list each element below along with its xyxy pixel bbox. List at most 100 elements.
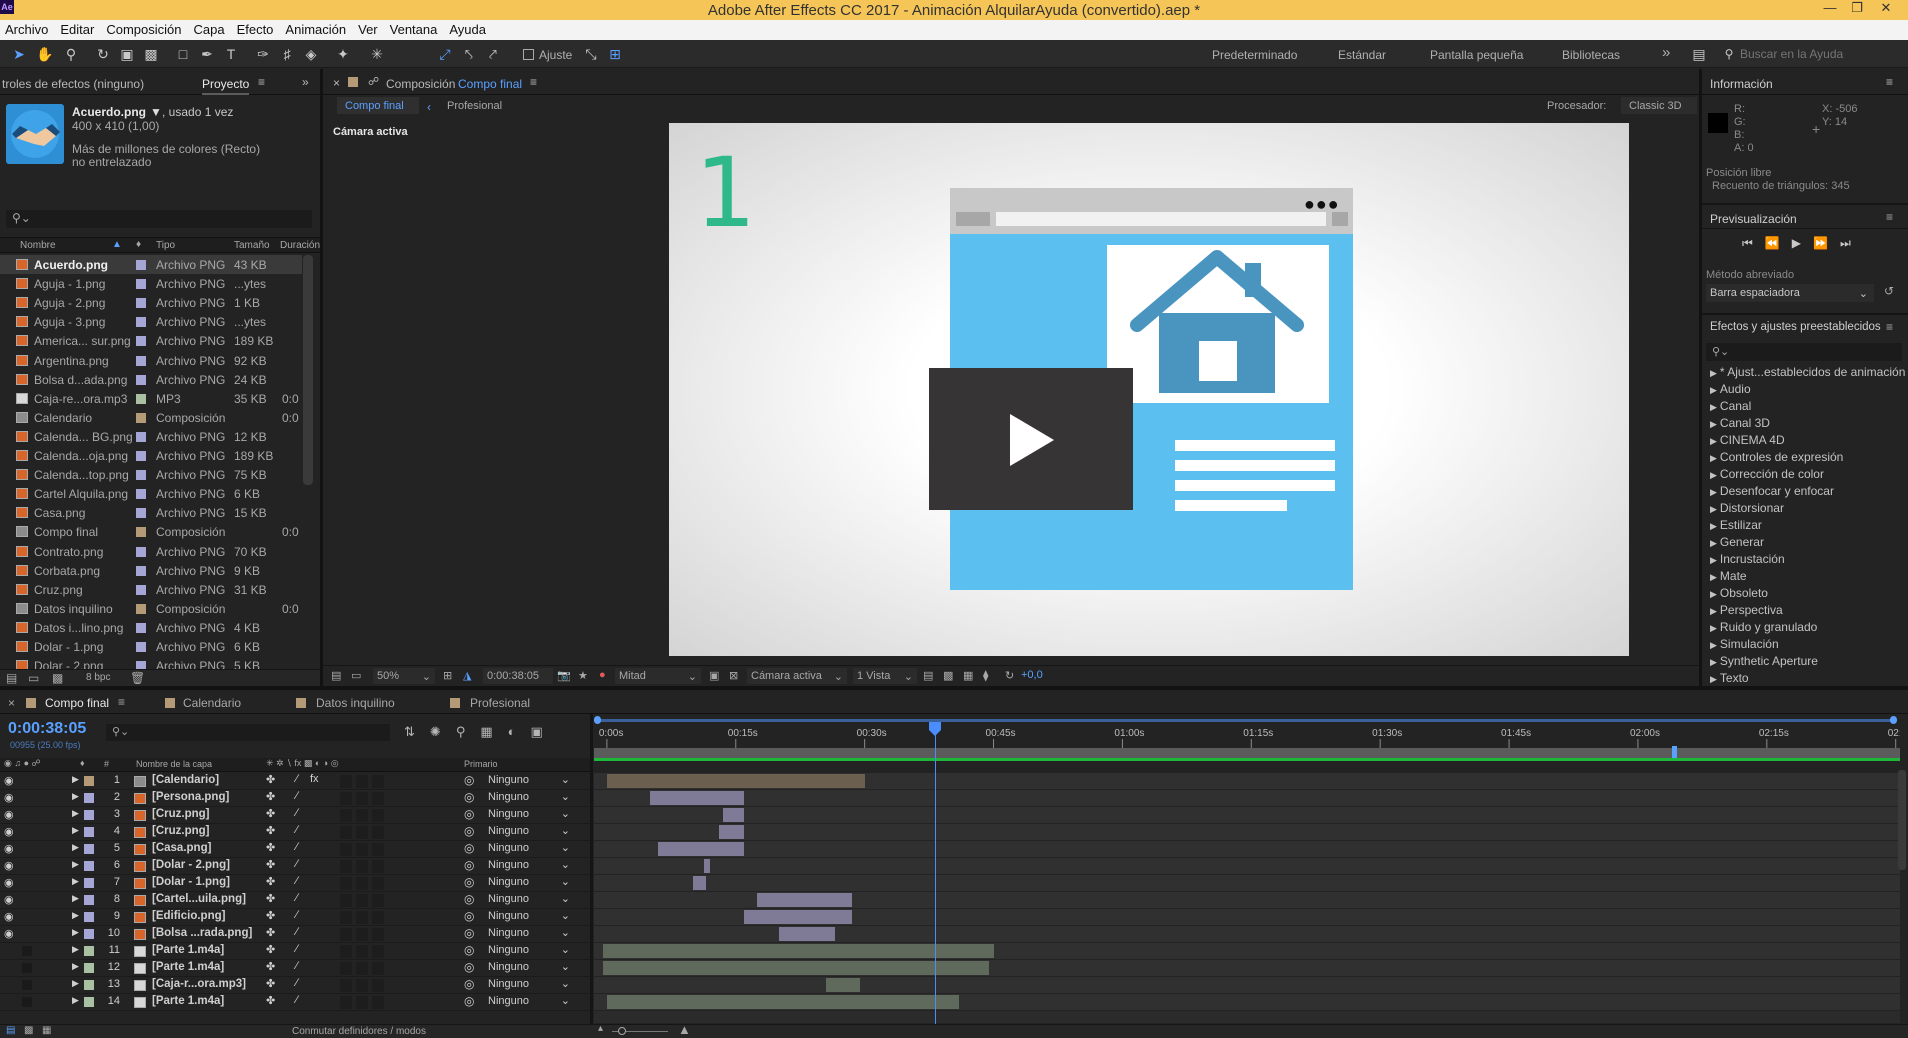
project-item[interactable]: Calendario Composición 0:0 (0, 408, 302, 427)
quality-icon[interactable]: ∕ (296, 892, 298, 904)
expand-panels-icon[interactable]: » (302, 75, 309, 89)
disclosure-triangle-icon[interactable]: ▶ (1710, 385, 1717, 395)
quality-icon[interactable]: ∕ (296, 841, 298, 853)
col-parent[interactable]: Primario (464, 759, 498, 769)
minimize-icon[interactable]: — (1816, 0, 1844, 18)
expand-triangle-icon[interactable]: ▶ (72, 791, 79, 802)
layer-row[interactable]: ▶ 11 [Parte 1.m4a] ✤ ∕ ◎ Ninguno ⌄ (0, 943, 590, 960)
parent-dropdown[interactable]: Ninguno ⌄ (482, 825, 572, 839)
switch-box[interactable] (356, 979, 368, 992)
layer-duration-bar[interactable] (778, 927, 835, 941)
parent-dropdown[interactable]: Ninguno ⌄ (482, 774, 572, 788)
parent-dropdown[interactable]: Ninguno ⌄ (482, 859, 572, 873)
label-color[interactable] (136, 412, 146, 423)
tab-datos-inquilino[interactable]: Datos inquilino (316, 696, 395, 710)
shortcut-dropdown[interactable]: Barra espaciadora ⌄ (1706, 284, 1874, 302)
switch-box[interactable] (356, 809, 368, 822)
label-color[interactable] (136, 298, 146, 309)
axis-local-icon[interactable]: ⤢ (436, 45, 454, 63)
label-color[interactable] (136, 470, 146, 481)
tab-profesional[interactable]: Profesional (470, 696, 530, 710)
draft-3d-icon[interactable]: ✺ (430, 724, 456, 739)
label-color[interactable] (84, 878, 94, 888)
expand-triangle-icon[interactable]: ▶ (72, 961, 79, 972)
tab-profesional[interactable]: Profesional (447, 100, 502, 112)
parent-dropdown[interactable]: Ninguno ⌄ (482, 893, 572, 907)
parent-dropdown[interactable]: Ninguno ⌄ (482, 961, 572, 975)
quality-icon[interactable]: ∕ (296, 875, 298, 887)
effects-category[interactable]: ▶ Controles de expresión (1702, 450, 1908, 467)
layer-name[interactable]: [Parte 1.m4a] (152, 961, 224, 973)
menu-archivo[interactable]: Archivo (0, 20, 55, 37)
next-frame-icon[interactable]: ⏩ (1813, 236, 1840, 250)
snapshot-camera-icon[interactable]: 📷 (557, 669, 571, 682)
project-menu-icon[interactable]: ≡ (258, 75, 265, 89)
layer-duration-bar[interactable] (744, 910, 852, 924)
project-item[interactable]: Casa.png Archivo PNG 15 KB (0, 503, 302, 522)
switch-box[interactable] (356, 962, 368, 975)
layer-name[interactable]: [Cruz.png] (152, 825, 209, 837)
label-color[interactable] (136, 642, 146, 652)
prev-frame-icon[interactable]: ⏪ (1765, 236, 1792, 250)
new-folder-icon[interactable]: ▭ (28, 671, 39, 685)
expand-triangle-icon[interactable]: ▶ (72, 893, 79, 904)
toggle-pixel-aspect-icon[interactable]: ▤ (923, 669, 933, 682)
eye-icon[interactable]: ◉ (4, 808, 14, 821)
label-color[interactable] (84, 912, 94, 922)
eye-icon[interactable]: ◉ (4, 927, 14, 940)
label-color[interactable] (84, 963, 94, 973)
sync-settings-icon[interactable]: ▤ (1690, 45, 1708, 63)
zoom-dropdown[interactable]: 50% ⌄ (373, 668, 435, 684)
layer-row[interactable]: ▶ 14 [Parte 1.m4a] ✤ ∕ ◎ Ninguno ⌄ (0, 994, 590, 1011)
close-tab-icon[interactable]: × (8, 696, 15, 710)
collapse-transform-icon[interactable]: ✤ (266, 841, 275, 854)
pick-whip-icon[interactable]: ◎ (464, 858, 474, 872)
transparency-grid-icon[interactable]: ⊠ (729, 669, 738, 682)
menu-animacion[interactable]: Animación (280, 20, 353, 37)
switch-box[interactable] (340, 911, 352, 924)
quality-icon[interactable]: ∕ (296, 824, 298, 836)
switch-box[interactable] (340, 877, 352, 890)
collapse-transform-icon[interactable]: ✤ (266, 824, 275, 837)
parent-dropdown[interactable]: Ninguno ⌄ (482, 910, 572, 924)
roto-brush-tool-icon[interactable]: ✦ (334, 45, 352, 63)
parent-dropdown[interactable]: Ninguno ⌄ (482, 944, 572, 958)
col-layer-name[interactable]: Nombre de la capa (136, 759, 212, 769)
switch-box[interactable] (372, 809, 384, 822)
collapse-transform-icon[interactable]: ✤ (266, 807, 275, 820)
project-item[interactable]: Acuerdo.png Archivo PNG 43 KB (0, 255, 302, 274)
time-navigator[interactable] (594, 716, 1900, 724)
project-item[interactable]: Corbata.png Archivo PNG 9 KB (0, 561, 302, 580)
pan-behind-tool-icon[interactable]: ▩ (142, 45, 160, 63)
pen-tool-icon[interactable]: ✒ (198, 45, 216, 63)
timeline-divider[interactable] (590, 714, 593, 1024)
new-comp-icon[interactable]: ▩ (52, 671, 63, 685)
comp-header-name[interactable]: Compo final (458, 77, 522, 91)
switch-box[interactable] (372, 843, 384, 856)
layer-duration-bar[interactable] (757, 893, 852, 907)
pick-whip-icon[interactable]: ◎ (464, 807, 474, 821)
effects-search-input[interactable]: ⚲⌄ (1706, 343, 1902, 361)
graph-editor-icon[interactable]: ▣ (531, 724, 558, 739)
renderer-value[interactable]: Classic 3D (1621, 97, 1697, 114)
effects-category[interactable]: ▶ Perspectiva (1702, 603, 1908, 620)
axis-world-icon[interactable]: ⤣ (460, 45, 478, 63)
layer-duration-bar[interactable] (825, 978, 861, 992)
menu-ventana[interactable]: Ventana (385, 20, 445, 37)
motion-blur-icon[interactable]: ◐ (508, 724, 531, 739)
lock-icon[interactable]: ☍ (368, 75, 379, 88)
parent-dropdown[interactable]: Ninguno ⌄ (482, 791, 572, 805)
effects-category[interactable]: ▶ Texto (1702, 671, 1908, 686)
tab-project[interactable]: Proyecto (202, 77, 250, 95)
menu-composicion[interactable]: Composición (101, 20, 188, 37)
label-color[interactable] (136, 622, 146, 633)
navigator-bar[interactable] (596, 719, 1896, 722)
in-out-toggle-icon[interactable]: ▦ (42, 1025, 51, 1036)
quality-icon[interactable]: ∕ (296, 807, 298, 819)
collapse-transform-icon[interactable]: ✤ (266, 994, 275, 1007)
layer-name[interactable]: [Edificio.png] (152, 910, 225, 922)
resolution-dropdown[interactable]: Mitad ⌄ (615, 668, 701, 684)
eye-icon[interactable]: ◉ (4, 910, 14, 923)
label-color[interactable] (136, 336, 146, 347)
safe-margins-icon[interactable]: ⊞ (443, 669, 452, 682)
